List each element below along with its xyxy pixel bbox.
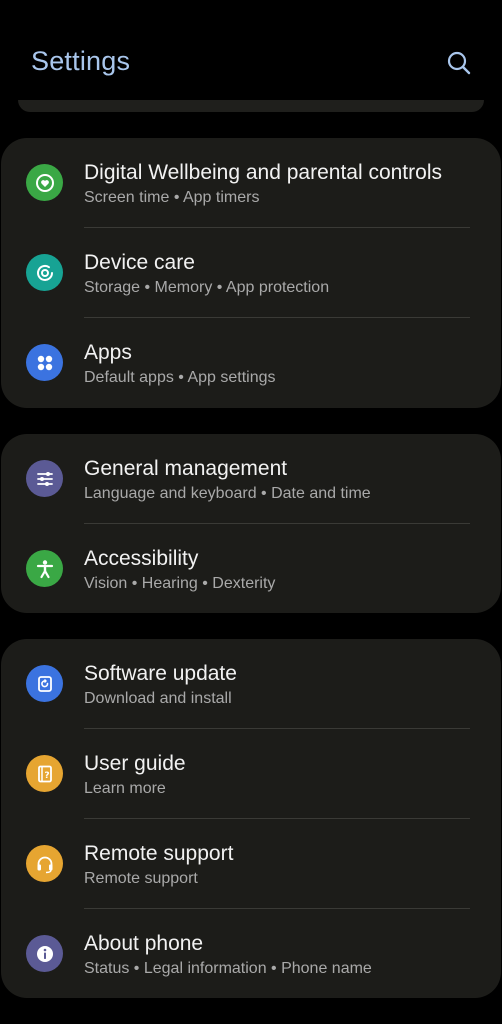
headset-icon <box>26 845 63 882</box>
settings-item-general-management[interactable]: General management Language and keyboard… <box>1 434 501 524</box>
item-label: User guide <box>84 752 186 775</box>
settings-item-digital-wellbeing[interactable]: Digital Wellbeing and parental controls … <box>1 138 501 228</box>
header: Settings <box>0 0 502 100</box>
settings-group-1: Digital Wellbeing and parental controls … <box>1 138 501 408</box>
settings-item-device-care[interactable]: Device care Storage • Memory • App prote… <box>1 228 501 318</box>
apps-icon <box>26 344 63 381</box>
settings-item-accessibility[interactable]: Accessibility Vision • Hearing • Dexteri… <box>1 524 501 614</box>
collapsed-card-edge <box>18 100 484 112</box>
settings-item-about-phone[interactable]: About phone Status • Legal information •… <box>1 909 501 999</box>
page-title: Settings <box>31 46 131 76</box>
settings-group-3: Software update Download and install ? U… <box>1 639 501 998</box>
item-label: About phone <box>84 932 204 955</box>
settings-item-apps[interactable]: Apps Default apps • App settings <box>1 318 501 408</box>
item-subtitle: Learn more <box>84 780 166 797</box>
item-label: Digital Wellbeing and parental controls <box>84 161 442 184</box>
item-label: Device care <box>84 251 195 274</box>
digital-wellbeing-icon <box>26 164 63 201</box>
item-subtitle: Default apps • App settings <box>84 369 276 386</box>
user-guide-icon: ? <box>26 755 63 792</box>
device-care-icon <box>26 254 63 291</box>
item-label: Remote support <box>84 842 234 865</box>
item-subtitle: Storage • Memory • App protection <box>84 279 330 296</box>
item-subtitle: Download and install <box>84 690 232 707</box>
svg-text:?: ? <box>44 771 49 781</box>
item-label: Software update <box>84 662 237 685</box>
item-subtitle: Vision • Hearing • Dexterity <box>84 575 276 592</box>
settings-group-2: General management Language and keyboard… <box>1 434 501 613</box>
software-update-icon <box>26 665 63 702</box>
item-label: General management <box>84 457 288 480</box>
accessibility-icon <box>26 550 63 587</box>
item-subtitle: Status • Legal information • Phone name <box>84 960 372 977</box>
item-subtitle: Screen time • App timers <box>84 189 260 206</box>
search-icon <box>447 51 471 75</box>
search-button[interactable] <box>440 44 478 82</box>
settings-item-user-guide[interactable]: ? User guide Learn more <box>1 729 501 819</box>
sliders-icon <box>26 460 63 497</box>
settings-item-remote-support[interactable]: Remote support Remote support <box>1 819 501 909</box>
item-subtitle: Language and keyboard • Date and time <box>84 485 371 502</box>
info-icon <box>26 935 63 972</box>
item-label: Apps <box>84 341 132 364</box>
item-subtitle: Remote support <box>84 870 198 887</box>
settings-item-software-update[interactable]: Software update Download and install <box>1 639 501 729</box>
item-label: Accessibility <box>84 547 199 570</box>
